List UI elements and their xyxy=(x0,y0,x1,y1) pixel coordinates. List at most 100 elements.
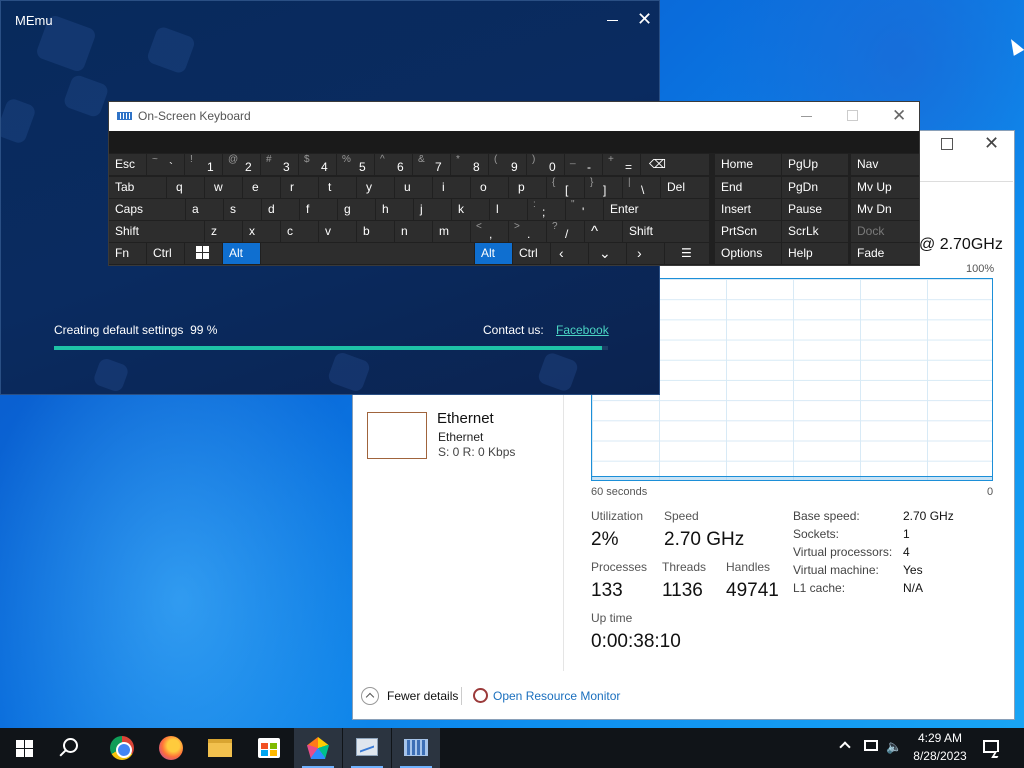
close-icon[interactable]: ✕ xyxy=(637,9,652,29)
key-up-arrow[interactable]: ^ xyxy=(585,221,622,242)
key-f[interactable]: f xyxy=(300,199,337,220)
ethernet-title[interactable]: Ethernet xyxy=(437,410,494,427)
key-p[interactable]: p xyxy=(509,177,546,198)
key-5[interactable]: % 5 xyxy=(337,154,374,175)
key-windows[interactable] xyxy=(185,243,222,264)
key-v[interactable]: v xyxy=(319,221,356,242)
key-e[interactable]: e xyxy=(243,177,280,198)
key-quote[interactable]: " ' xyxy=(566,199,603,220)
key-o[interactable]: o xyxy=(471,177,508,198)
key-shift-left[interactable]: Shift xyxy=(109,221,204,242)
key-ctrl-left[interactable]: Ctrl xyxy=(147,243,184,264)
key-0[interactable]: ) 0 xyxy=(527,154,564,175)
minimize-icon[interactable] xyxy=(607,20,618,21)
taskbar-file-explorer[interactable] xyxy=(196,728,244,768)
key-mv-dn[interactable]: Mv Dn xyxy=(851,199,919,220)
key-6[interactable]: ^ 6 xyxy=(375,154,412,175)
key-home[interactable]: Home xyxy=(715,154,781,175)
taskbar-on-screen-keyboard[interactable] xyxy=(392,728,440,768)
key-q[interactable]: q xyxy=(167,177,204,198)
key-r[interactable]: r xyxy=(281,177,318,198)
notification-icon[interactable] xyxy=(983,740,999,753)
key-g[interactable]: g xyxy=(338,199,375,220)
key-w[interactable]: w xyxy=(205,177,242,198)
facebook-link[interactable]: Facebook xyxy=(556,323,609,337)
key-4[interactable]: $4 xyxy=(299,154,336,175)
key-x[interactable]: x xyxy=(243,221,280,242)
key-y[interactable]: y xyxy=(357,177,394,198)
search-button[interactable] xyxy=(48,728,96,768)
key-s[interactable]: s xyxy=(224,199,261,220)
key-l[interactable]: l xyxy=(490,199,527,220)
maximize-icon[interactable] xyxy=(941,138,953,150)
key-8[interactable]: * 8 xyxy=(451,154,488,175)
close-icon[interactable]: ✕ xyxy=(984,133,999,153)
resource-monitor-icon[interactable] xyxy=(473,688,488,703)
key-u[interactable]: u xyxy=(395,177,432,198)
key-slash[interactable]: ? / xyxy=(547,221,584,242)
key-7[interactable]: & 7 xyxy=(413,154,450,175)
key-left-arrow[interactable]: ‹ xyxy=(551,243,588,264)
key-nav[interactable]: Nav xyxy=(851,154,919,175)
key-equals[interactable]: + = xyxy=(603,154,640,175)
key-alt-right[interactable]: Alt xyxy=(475,243,512,264)
key-z[interactable]: z xyxy=(205,221,242,242)
close-icon[interactable]: ✕ xyxy=(892,106,906,126)
key-space[interactable] xyxy=(261,243,474,264)
key-m[interactable]: m xyxy=(433,221,470,242)
start-button[interactable] xyxy=(0,728,48,768)
key-backtick[interactable]: ~ ` xyxy=(147,154,184,175)
key-pgdn[interactable]: PgDn xyxy=(782,177,848,198)
key-fade[interactable]: Fade xyxy=(851,243,919,264)
key-ctrl-right[interactable]: Ctrl xyxy=(513,243,550,264)
key-a[interactable]: a xyxy=(186,199,223,220)
key-h[interactable]: h xyxy=(376,199,413,220)
taskbar-store[interactable] xyxy=(245,728,293,768)
key-comma[interactable]: <, xyxy=(471,221,508,242)
clock-date[interactable]: 8/28/2023 xyxy=(903,749,977,763)
key-pause[interactable]: Pause xyxy=(782,199,848,220)
key-alt-left[interactable]: Alt xyxy=(223,243,260,264)
key-b[interactable]: b xyxy=(357,221,394,242)
key-menu[interactable]: ☰ xyxy=(665,243,709,264)
key-j[interactable]: j xyxy=(414,199,451,220)
fewer-details-button[interactable]: Fewer details xyxy=(387,689,458,703)
key-enter[interactable]: Enter xyxy=(604,199,709,220)
key-minus[interactable]: _ - xyxy=(565,154,602,175)
key-i[interactable]: i xyxy=(433,177,470,198)
key-backslash[interactable]: | \ xyxy=(623,177,660,198)
key-insert[interactable]: Insert xyxy=(715,199,781,220)
fewer-details-icon[interactable] xyxy=(361,687,379,705)
key-2[interactable]: @2 xyxy=(223,154,260,175)
ethernet-thumbnail[interactable] xyxy=(367,412,427,459)
key-backspace[interactable]: ⌫ xyxy=(641,154,709,175)
key-pgup[interactable]: PgUp xyxy=(782,154,848,175)
key-semicolon[interactable]: :; xyxy=(528,199,565,220)
key-fn[interactable]: Fn xyxy=(109,243,146,264)
key-d[interactable]: d xyxy=(262,199,299,220)
volume-icon[interactable]: 🔈 xyxy=(886,739,902,755)
key-mv-up[interactable]: Mv Up xyxy=(851,177,919,198)
key-down-arrow[interactable]: ⌄ xyxy=(589,243,626,264)
key-1[interactable]: ! 1 xyxy=(185,154,222,175)
open-resource-monitor-link[interactable]: Open Resource Monitor xyxy=(493,689,620,703)
network-icon[interactable] xyxy=(864,740,878,751)
key-right-bracket[interactable]: }] xyxy=(585,177,622,198)
key-esc[interactable]: Esc xyxy=(109,154,146,175)
taskbar-firefox[interactable] xyxy=(147,728,195,768)
key-del[interactable]: Del xyxy=(661,177,709,198)
key-period[interactable]: >. xyxy=(509,221,546,242)
minimize-icon[interactable] xyxy=(801,116,812,117)
key-t[interactable]: t xyxy=(319,177,356,198)
key-3[interactable]: #3 xyxy=(261,154,298,175)
key-end[interactable]: End xyxy=(715,177,781,198)
key-shift-right[interactable]: Shift xyxy=(623,221,709,242)
key-prtscn[interactable]: PrtScn xyxy=(715,221,781,242)
key-c[interactable]: c xyxy=(281,221,318,242)
key-tab[interactable]: Tab xyxy=(109,177,166,198)
key-help[interactable]: Help xyxy=(782,243,848,264)
key-right-arrow[interactable]: › xyxy=(627,243,664,264)
taskbar-memu[interactable] xyxy=(294,728,342,768)
taskbar-chrome[interactable] xyxy=(98,728,146,768)
key-caps[interactable]: Caps xyxy=(109,199,185,220)
